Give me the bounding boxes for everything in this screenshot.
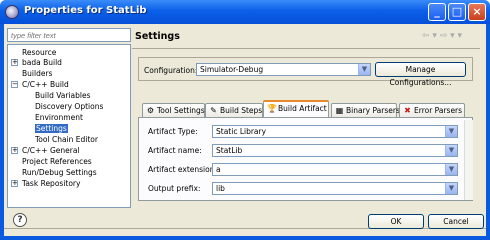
manage-configurations-button[interactable]: Manage Configurations... [375,62,466,87]
tab-error-parsers[interactable]: ✖ Error Parsers [399,103,465,117]
chevron-down-icon: ▼ [445,126,457,137]
help-icon[interactable]: ? [13,213,27,227]
tree-item-settings[interactable]: Settings [35,123,68,134]
tab-tool-settings[interactable]: ⚙ Tool Settings [142,103,205,117]
maximize-button[interactable]: □ [448,3,466,21]
filter-input[interactable] [7,28,131,42]
artifact-type-select[interactable]: Static Library ▼ [212,125,458,138]
minimize-button[interactable]: _ [428,3,446,21]
chevron-down-icon: ▼ [358,64,370,75]
artifact-type-label: Artifact Type: [148,127,198,136]
collapse-icon[interactable]: − [11,81,18,88]
tool-settings-icon: ⚙ [146,106,155,115]
ok-button[interactable]: OK [368,214,424,229]
tree-item-run-debug-settings[interactable]: Run/Debug Settings [22,167,97,178]
expand-icon[interactable]: + [11,147,18,154]
chevron-down-icon: ▼ [445,145,457,156]
window-title: Properties for StatLib [24,5,147,16]
header-divider [132,48,480,49]
property-tree: Resource + bada Build Builders − C/C++ B… [7,44,131,208]
tree-item-build-variables[interactable]: Build Variables [35,90,91,101]
output-prefix-field[interactable]: lib ▼ [212,182,458,195]
configuration-select[interactable]: Simulator-Debug ▼ [196,63,371,76]
properties-window: Properties for StatLib _ □ × Resource + … [0,0,490,240]
tab-build-steps[interactable]: ✎ Build Steps [205,103,263,117]
expand-icon[interactable]: + [11,180,18,187]
tree-item-project-references[interactable]: Project References [22,156,92,167]
tree-item-task-repository[interactable]: Task Repository [22,178,80,189]
navigation-arrows[interactable]: ⇦ ▾ ⇨ ▾ ▾ [422,31,462,41]
artifact-name-label: Artifact name: [148,146,202,155]
configuration-label: Configuration: [144,66,198,75]
tab-build-artifact[interactable]: 🏆Build Artifact [263,100,329,117]
panel-scrollbar[interactable] [464,120,473,200]
tree-item-cpp-general[interactable]: C/C++ General [22,145,80,156]
tree-item-builders[interactable]: Builders [22,68,52,79]
tree-item-environment[interactable]: Environment [35,112,83,123]
expand-icon[interactable]: + [11,59,18,66]
tree-item-bada-build[interactable]: bada Build [22,57,62,68]
page-title: Settings [135,31,180,42]
artifact-extension-label: Artifact extension: [148,165,218,174]
build-steps-icon: ✎ [210,106,217,115]
tree-item-tool-chain-editor[interactable]: Tool Chain Editor [35,134,98,145]
error-parsers-icon: ✖ [404,106,411,115]
chevron-down-icon: ▼ [445,164,457,175]
output-prefix-label: Output prefix: [148,184,201,193]
binary-parsers-icon: ▦ [335,106,344,115]
close-button[interactable]: × [468,3,486,21]
artifact-extension-field[interactable]: a ▼ [212,163,458,176]
eclipse-icon [5,5,19,19]
artifact-name-field[interactable]: StatLib ▼ [212,144,458,157]
tree-item-discovery-options[interactable]: Discovery Options [35,101,103,112]
tab-binary-parsers[interactable]: ▦ Binary Parsers [331,103,400,117]
cancel-button[interactable]: Cancel [428,214,484,229]
trophy-icon: 🏆 [267,104,277,113]
tree-item-cpp-build[interactable]: C/C++ Build [22,79,69,90]
chevron-down-icon: ▼ [445,183,457,194]
title-bar[interactable]: Properties for StatLib _ □ × [0,0,490,24]
